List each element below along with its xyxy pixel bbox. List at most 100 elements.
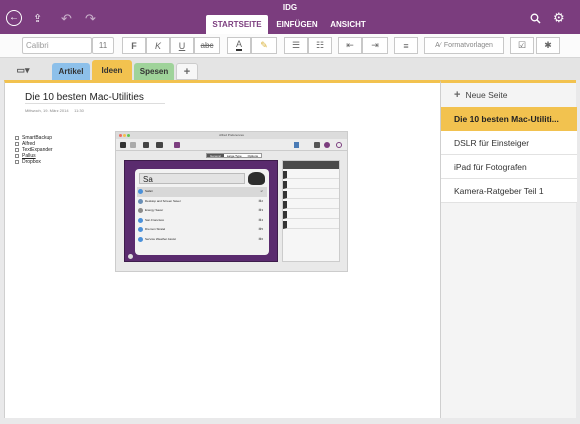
alfred-hat-icon [248, 172, 265, 185]
result-icon [138, 217, 143, 223]
font-size-value: 11 [98, 41, 108, 50]
list-item[interactable]: Dropbox [15, 159, 53, 165]
result-shortcut: ⌘2 [258, 198, 263, 203]
embedded-tab: Large Type [226, 154, 242, 158]
result-row: Energy Saver ⌘3 [137, 206, 267, 216]
theme-item [283, 211, 339, 219]
checkbox-icon[interactable] [15, 159, 19, 164]
result-row: Safari ↵ [137, 187, 267, 197]
new-page-button[interactable]: + Neue Seite [441, 83, 577, 107]
undo-icon[interactable]: ↶ [61, 12, 72, 26]
result-icon [138, 227, 143, 232]
outdent-button[interactable]: ⇤ [338, 37, 362, 54]
result-row: Desktop and Screen Saver ⌘2 [137, 197, 267, 207]
toolbar: Calibri 11 F K U abc A ✎ ☰ ☷ ⇤ ⇥ ≡ A∕ For… [0, 34, 580, 58]
underline-button[interactable]: U [170, 37, 194, 54]
result-icon [138, 189, 143, 194]
checkbox-icon[interactable] [15, 135, 19, 140]
bold-button[interactable]: F [122, 37, 146, 54]
embedded-tool-icon [143, 142, 149, 148]
page-item[interactable]: iPad für Fotografen [441, 155, 577, 179]
page-title[interactable]: Die 10 besten Mac-Utilities [25, 92, 165, 104]
list-item-text: Dropbox [22, 159, 41, 165]
section-tab-label: Spesen [139, 67, 169, 76]
result-icon [138, 198, 143, 204]
page-item[interactable]: DSLR für Einsteiger [441, 131, 577, 155]
result-row: Dremon Stratel ⌘5 [137, 225, 267, 235]
bullet-list-button[interactable]: ☰ [284, 37, 308, 54]
add-section-button[interactable]: + [176, 63, 198, 80]
font-color-icon: A [235, 39, 242, 51]
font-name-value: Calibri [26, 41, 49, 50]
section-bar: ▭▾ Artikel Ideen Spesen + [0, 58, 580, 80]
embedded-tool-icon [156, 142, 163, 148]
search-icon[interactable] [530, 13, 541, 24]
checkbox-icon: ☑ [517, 40, 527, 50]
embedded-theme-list [282, 160, 340, 262]
alfred-box: Sa Safari ↵ Desktop and Screen Saver ⌘2 En… [135, 169, 269, 255]
section-tab-label: Artikel [58, 67, 84, 76]
result-icon [138, 236, 143, 242]
result-text: Service Weather Assist [145, 236, 176, 241]
checkbox-tag-button[interactable]: ☑ [510, 37, 534, 54]
section-tab-spesen[interactable]: Spesen [134, 63, 174, 80]
result-row: San Francisco ⌘4 [137, 216, 267, 226]
note-page[interactable]: Die 10 besten Mac-Utilities Mittwoch, 19… [4, 80, 440, 418]
italic-label: K [154, 40, 161, 51]
time-text: 11:30 [74, 108, 84, 113]
page-item-label: Kamera-Ratgeber Teil 1 [454, 185, 544, 196]
tag-icon: ✱ [544, 40, 552, 50]
theme-item [283, 171, 339, 179]
outdent-icon: ⇤ [346, 40, 354, 50]
embedded-screenshot[interactable]: Alfred Preferences General Large Type Op… [115, 131, 348, 272]
close-dot [119, 134, 122, 137]
font-name-field[interactable]: Calibri [22, 37, 92, 54]
styles-icon: A∕ [435, 42, 441, 49]
align-icon: ≡ [403, 40, 409, 51]
theme-item [283, 191, 339, 199]
date-text: Mittwoch, 19. März 2014 [25, 108, 69, 113]
page-item-label: iPad für Fotografen [454, 161, 527, 172]
italic-button[interactable]: K [146, 37, 170, 54]
bottom-bar [0, 418, 580, 424]
notebook-toggle[interactable]: ▭▾ [10, 62, 36, 79]
result-text: Desktop and Screen Saver [145, 198, 181, 203]
notebook-icon: ▭▾ [16, 65, 30, 75]
theme-item [283, 161, 339, 169]
page-item[interactable]: Kamera-Ratgeber Teil 1 [441, 179, 577, 203]
new-page-label: Neue Seite [465, 90, 508, 100]
share-icon[interactable]: ⇪ [33, 12, 42, 26]
font-color-button[interactable]: A [227, 37, 251, 54]
align-button[interactable]: ≡ [394, 37, 418, 54]
checkbox-icon[interactable] [15, 147, 19, 152]
tab-ansicht[interactable]: ANSICHT [326, 15, 370, 34]
tab-startseite[interactable]: STARTSEITE [206, 15, 268, 34]
section-tab-artikel[interactable]: Artikel [52, 63, 90, 80]
add-section-label: + [183, 65, 191, 78]
embedded-toolbar [116, 139, 347, 151]
section-tab-ideen[interactable]: Ideen [92, 60, 132, 80]
indent-button[interactable]: ⇥ [362, 37, 388, 54]
styles-label: Formatvorlagen [443, 42, 493, 49]
bold-label: F [131, 40, 137, 51]
tag-button[interactable]: ✱ [536, 37, 560, 54]
highlight-button[interactable]: ✎ [251, 37, 277, 54]
page-item-selected[interactable]: Die 10 besten Mac-Utiliti... [441, 107, 577, 131]
underline-label: U [178, 40, 186, 51]
strikethrough-button[interactable]: abc [194, 37, 220, 54]
checkbox-icon[interactable] [15, 153, 19, 158]
font-size-field[interactable]: 11 [92, 37, 114, 54]
back-icon[interactable]: ← [6, 10, 22, 26]
result-shortcut: ⌘6 [258, 236, 263, 241]
styles-button[interactable]: A∕ Formatvorlagen [424, 37, 504, 54]
embedded-tab: General [207, 154, 224, 158]
result-text: Dremon Stratel [145, 227, 166, 231]
result-text: Safari [145, 189, 153, 193]
numbered-list-button[interactable]: ☷ [308, 37, 332, 54]
redo-icon[interactable]: ↷ [85, 12, 96, 26]
tab-einfuegen[interactable]: EINFÜGEN [272, 15, 322, 34]
result-text: Energy Saver [145, 208, 164, 212]
gear-icon[interactable]: ⚙ [553, 11, 565, 25]
checkbox-icon[interactable] [15, 141, 19, 146]
zoom-dot [127, 134, 130, 137]
